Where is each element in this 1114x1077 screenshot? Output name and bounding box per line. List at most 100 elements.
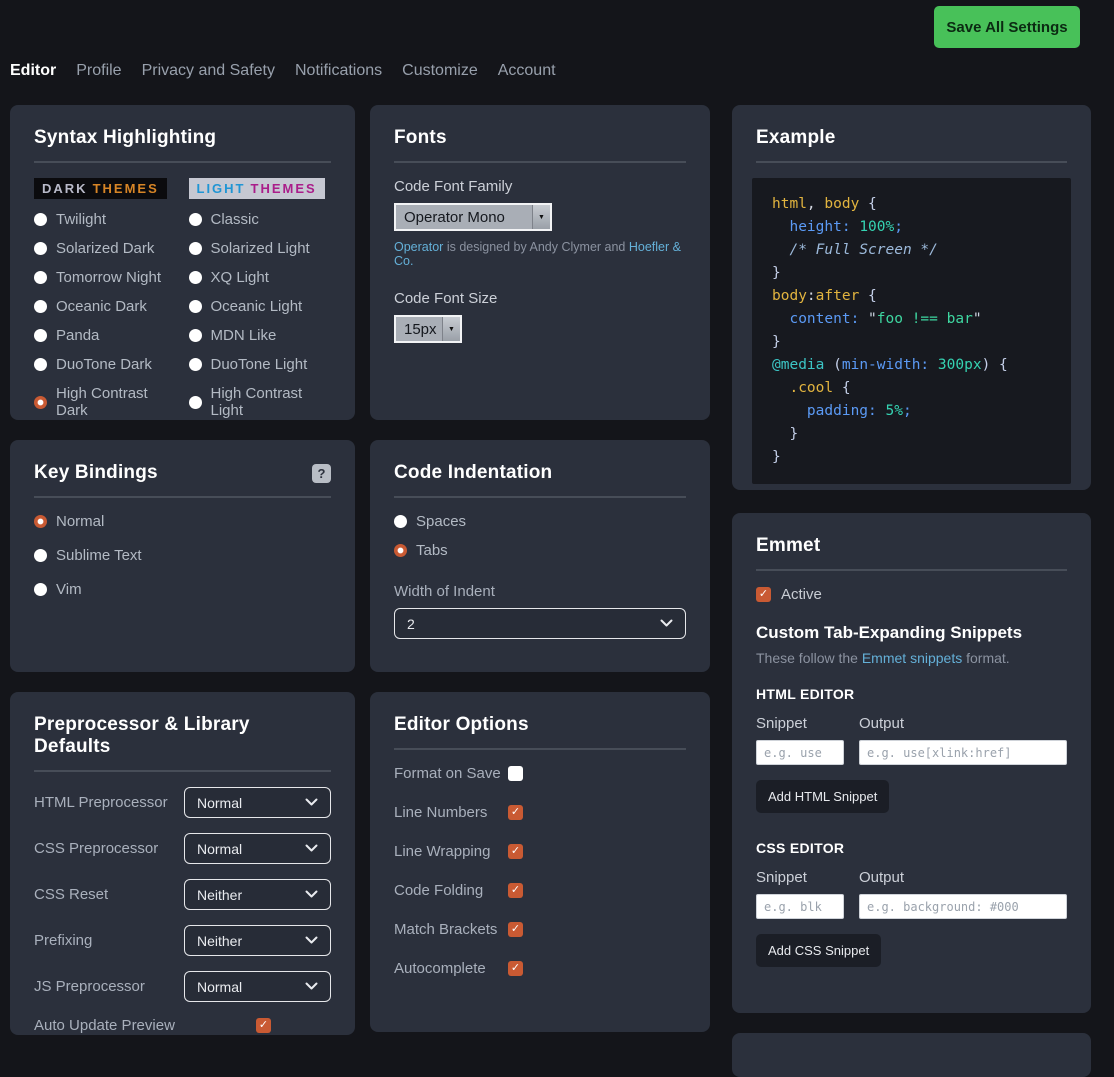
prefixing-select[interactable]: Neither <box>184 925 331 956</box>
tab-profile[interactable]: Profile <box>76 62 121 80</box>
light-theme-option-mdn-like[interactable]: MDN Like <box>189 327 332 344</box>
code-token <box>859 196 868 212</box>
code-token: after <box>816 288 860 304</box>
radio-selected <box>394 544 407 557</box>
indentation-option-tabs[interactable]: Tabs <box>394 542 686 559</box>
editor-options-card: Editor Options Format on SaveLine Number… <box>370 692 710 1032</box>
css-reset-select[interactable]: Neither <box>184 879 331 910</box>
snippet-output-labels: SnippetOutput <box>756 715 1067 732</box>
dark-theme-option-oceanic-dark[interactable]: Oceanic Dark <box>34 298 177 315</box>
dark-theme-option-tomorrow-night[interactable]: Tomorrow Night <box>34 269 177 286</box>
autocomplete-checkbox[interactable]: ✓ <box>508 961 523 976</box>
light-theme-option-xq-light[interactable]: XQ Light <box>189 269 332 286</box>
tab-privacy-and-safety[interactable]: Privacy and Safety <box>142 62 275 80</box>
radio-unselected <box>34 213 47 226</box>
auto-update-preview-row[interactable]: Auto Update Preview ✓ <box>34 1017 331 1034</box>
radio-unselected <box>189 242 202 255</box>
radio-selected <box>34 515 47 528</box>
save-all-settings-button[interactable]: Save All Settings <box>934 6 1080 48</box>
check-icon: ✓ <box>511 924 520 935</box>
dark-theme-option-high-contrast-dark[interactable]: High Contrast Dark <box>34 385 177 419</box>
code-token <box>833 380 842 396</box>
html-preprocessor-select[interactable]: Normal <box>184 787 331 818</box>
code-token: @media <box>772 357 824 373</box>
add-html-snippet-button[interactable]: Add HTML Snippet <box>756 780 889 813</box>
divider <box>34 496 331 498</box>
html-preprocessor-row: HTML Preprocessor Normal <box>34 787 331 818</box>
badge-text: LIGHT <box>197 181 246 196</box>
chevron-down-icon <box>305 982 318 991</box>
light-theme-option-classic[interactable]: Classic <box>189 211 332 228</box>
tab-customize[interactable]: Customize <box>402 62 478 80</box>
add-css-snippet-button[interactable]: Add CSS Snippet <box>756 934 881 967</box>
html-output-input[interactable] <box>859 740 1067 765</box>
code-line: /* Full Screen */ <box>772 239 1063 262</box>
code-folding-row[interactable]: Code Folding✓ <box>394 882 686 899</box>
operator-link[interactable]: Operator <box>394 240 443 254</box>
format-on-save-checkbox[interactable] <box>508 766 523 781</box>
code-token: { <box>868 196 877 212</box>
css-reset-label: CSS Reset <box>34 886 108 903</box>
light-theme-option-high-contrast-light[interactable]: High Contrast Light <box>189 385 332 419</box>
html-preprocessor-label: HTML Preprocessor <box>34 794 168 811</box>
card-title: Fonts <box>394 127 686 149</box>
divider <box>394 496 686 498</box>
width-of-indent-select[interactable]: 2 <box>394 608 686 639</box>
card-title: Emmet <box>756 535 1067 557</box>
line-wrapping-row[interactable]: Line Wrapping✓ <box>394 843 686 860</box>
emmet-active-checkbox[interactable]: ✓ <box>756 587 771 602</box>
auto-update-preview-label: Auto Update Preview <box>34 1017 256 1034</box>
radio-unselected <box>34 271 47 284</box>
html-snippet-input[interactable] <box>756 740 844 765</box>
code-token <box>877 403 886 419</box>
help-icon[interactable]: ? <box>312 464 331 483</box>
format-on-save-row[interactable]: Format on Save <box>394 765 686 782</box>
dark-theme-option-twilight[interactable]: Twilight <box>34 211 177 228</box>
dark-theme-option-solarized-dark[interactable]: Solarized Dark <box>34 240 177 257</box>
code-font-size-select[interactable]: 15px ▼ <box>394 315 462 343</box>
css-snippet-input[interactable] <box>756 894 844 919</box>
dark-theme-option-panda[interactable]: Panda <box>34 327 177 344</box>
line-wrapping-checkbox[interactable]: ✓ <box>508 844 523 859</box>
code-folding-checkbox[interactable]: ✓ <box>508 883 523 898</box>
emmet-active-row[interactable]: ✓ Active <box>756 586 1067 603</box>
card-title: Code Indentation <box>394 462 686 484</box>
light-theme-option-solarized-light[interactable]: Solarized Light <box>189 240 332 257</box>
css-preprocessor-select[interactable]: Normal <box>184 833 331 864</box>
css-output-label: Output <box>859 869 904 886</box>
light-theme-option-oceanic-light[interactable]: Oceanic Light <box>189 298 332 315</box>
emmet-snippets-link[interactable]: Emmet snippets <box>862 650 962 666</box>
radio-unselected <box>34 300 47 313</box>
code-font-family-select[interactable]: Operator Mono ▼ <box>394 203 552 231</box>
tab-account[interactable]: Account <box>498 62 556 80</box>
autocomplete-row[interactable]: Autocomplete✓ <box>394 960 686 977</box>
code-token: " <box>973 311 982 327</box>
indentation-option-spaces[interactable]: Spaces <box>394 513 686 530</box>
snippets-note: These follow the Emmet snippets format. <box>756 650 1067 666</box>
key-binding-option-normal[interactable]: Normal <box>34 513 331 530</box>
code-token: ; <box>894 219 903 235</box>
snippet-output-inputs <box>756 894 1067 919</box>
auto-update-preview-checkbox[interactable]: ✓ <box>256 1018 271 1033</box>
tab-notifications[interactable]: Notifications <box>295 62 382 80</box>
css-reset-value: Neither <box>197 887 242 903</box>
js-preprocessor-select[interactable]: Normal <box>184 971 331 1002</box>
line-numbers-checkbox[interactable]: ✓ <box>508 805 523 820</box>
dropdown-arrow-icon: ▼ <box>442 317 460 341</box>
tab-editor[interactable]: Editor <box>10 62 56 80</box>
emmet-card: Emmet ✓ Active Custom Tab-Expanding Snip… <box>732 513 1091 1013</box>
key-binding-option-sublime-text[interactable]: Sublime Text <box>34 547 331 564</box>
radio-unselected <box>189 213 202 226</box>
match-brackets-checkbox[interactable]: ✓ <box>508 922 523 937</box>
code-token: ( <box>833 357 842 373</box>
divider <box>756 161 1067 163</box>
key-binding-option-vim[interactable]: Vim <box>34 581 331 598</box>
match-brackets-row[interactable]: Match Brackets✓ <box>394 921 686 938</box>
indentation-option-label: Spaces <box>416 513 466 530</box>
light-theme-option-duotone-light[interactable]: DuoTone Light <box>189 356 332 373</box>
css-editor-section: CSS EDITORSnippetOutputAdd CSS Snippet <box>756 840 1067 967</box>
line-numbers-row[interactable]: Line Numbers✓ <box>394 804 686 821</box>
dark-theme-option-duotone-dark[interactable]: DuoTone Dark <box>34 356 177 373</box>
badge-text: THEMES <box>93 181 159 196</box>
css-output-input[interactable] <box>859 894 1067 919</box>
